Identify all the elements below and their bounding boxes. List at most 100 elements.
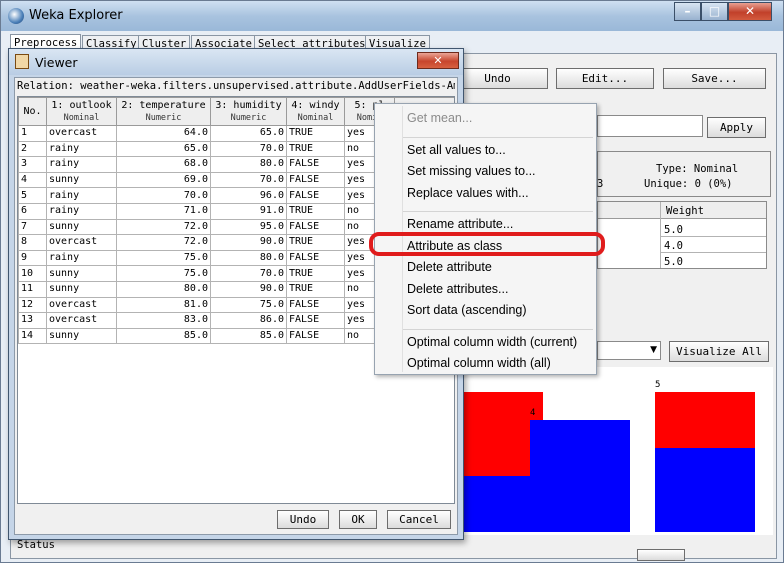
table-cell[interactable]: rainy <box>46 187 117 204</box>
menu-item-optimal-column-width-all[interactable]: Optimal column width (all) <box>407 356 551 370</box>
column-header[interactable]: 4: windy Nominal <box>286 97 345 126</box>
apply-button[interactable]: Apply <box>707 117 766 138</box>
minimize-button[interactable]: – <box>674 2 701 21</box>
table-cell[interactable]: 95.0 <box>210 218 287 236</box>
viewer-undo-button[interactable]: Undo <box>277 510 329 529</box>
table-cell[interactable]: overcast <box>46 312 117 329</box>
table-cell[interactable]: FALSE <box>286 171 345 189</box>
menu-item-sort-data-ascending[interactable]: Sort data (ascending) <box>407 303 527 317</box>
class-select[interactable]: ▼ <box>597 341 661 360</box>
cancel-button[interactable]: Cancel <box>387 510 451 529</box>
table-cell[interactable]: sunny <box>46 171 117 189</box>
table-cell[interactable]: 83.0 <box>116 312 211 329</box>
table-cell[interactable]: 72.0 <box>116 218 211 236</box>
table-cell[interactable]: 85.0 <box>116 327 211 345</box>
table-cell[interactable]: 80.0 <box>116 280 211 298</box>
table-cell[interactable]: TRUE <box>286 125 345 142</box>
table-cell[interactable]: 72.0 <box>116 234 211 251</box>
table-cell[interactable]: 6 <box>18 202 47 220</box>
table-cell[interactable]: 69.0 <box>116 171 211 189</box>
table-cell[interactable]: TRUE <box>286 280 345 298</box>
menu-item-replace-values-with[interactable]: Replace values with... <box>407 186 529 200</box>
table-cell[interactable]: rainy <box>46 156 117 173</box>
table-cell[interactable]: FALSE <box>286 312 345 329</box>
viewer-close-button[interactable]: ✕ <box>417 52 459 69</box>
table-cell[interactable]: 1 <box>18 125 47 142</box>
table-cell[interactable]: 70.0 <box>210 140 287 158</box>
table-cell[interactable]: 75.0 <box>210 296 287 314</box>
table-cell[interactable]: 96.0 <box>210 187 287 204</box>
table-cell[interactable]: 75.0 <box>116 249 211 267</box>
table-cell[interactable]: 90.0 <box>210 280 287 298</box>
menu-item-rename-attribute[interactable]: Rename attribute... <box>407 217 513 231</box>
table-cell[interactable]: 9 <box>18 249 47 267</box>
table-cell[interactable]: overcast <box>46 125 117 142</box>
table-cell[interactable]: overcast <box>46 296 117 314</box>
table-cell[interactable]: 2 <box>18 140 47 158</box>
table-cell[interactable]: sunny <box>46 265 117 282</box>
menu-item-delete-attribute[interactable]: Delete attribute <box>407 260 492 274</box>
table-cell[interactable]: 4 <box>18 171 47 189</box>
ok-button[interactable]: OK <box>339 510 377 529</box>
table-cell[interactable]: 11 <box>18 280 47 298</box>
filter-field[interactable] <box>597 115 703 137</box>
column-header[interactable]: 3: humidity Numeric <box>210 97 287 126</box>
table-cell[interactable]: 80.0 <box>210 249 287 267</box>
table-cell[interactable]: 80.0 <box>210 156 287 173</box>
table-cell[interactable]: 68.0 <box>116 156 211 173</box>
table-cell[interactable]: 65.0 <box>116 140 211 158</box>
table-cell[interactable]: overcast <box>46 234 117 251</box>
table-cell[interactable]: 75.0 <box>116 265 211 282</box>
table-cell[interactable]: 13 <box>18 312 47 329</box>
table-cell[interactable]: 70.0 <box>210 171 287 189</box>
table-cell[interactable]: 70.0 <box>210 265 287 282</box>
table-cell[interactable]: sunny <box>46 327 117 345</box>
table-cell[interactable]: FALSE <box>286 218 345 236</box>
column-header[interactable]: No. <box>18 97 47 126</box>
maximize-button[interactable]: □ <box>701 2 728 21</box>
table-cell[interactable]: 10 <box>18 265 47 282</box>
table-cell[interactable]: TRUE <box>286 265 345 282</box>
table-cell[interactable]: 91.0 <box>210 202 287 220</box>
table-cell[interactable]: FALSE <box>286 249 345 267</box>
visualize-all-button[interactable]: Visualize All <box>669 341 769 362</box>
viewer-title: Viewer <box>35 55 78 70</box>
table-cell[interactable]: sunny <box>46 218 117 236</box>
column-header[interactable]: 1: outlook Nominal <box>46 97 117 126</box>
table-cell[interactable]: rainy <box>46 202 117 220</box>
table-cell[interactable]: rainy <box>46 140 117 158</box>
save-button[interactable]: Save... <box>663 68 766 89</box>
table-cell[interactable]: 86.0 <box>210 312 287 329</box>
table-cell[interactable]: TRUE <box>286 140 345 158</box>
table-cell[interactable]: TRUE <box>286 234 345 251</box>
table-cell[interactable]: 81.0 <box>116 296 211 314</box>
table-cell[interactable]: 64.0 <box>116 125 211 142</box>
table-cell[interactable]: 8 <box>18 234 47 251</box>
table-cell[interactable]: 5 <box>18 187 47 204</box>
table-cell[interactable]: sunny <box>46 280 117 298</box>
table-cell[interactable]: TRUE <box>286 202 345 220</box>
table-cell[interactable]: 65.0 <box>210 125 287 142</box>
table-cell[interactable]: rainy <box>46 249 117 267</box>
value-table[interactable]: Weight 5.0 4.0 5.0 <box>597 201 767 269</box>
table-cell[interactable]: 85.0 <box>210 327 287 345</box>
table-cell[interactable]: 70.0 <box>116 187 211 204</box>
menu-item-optimal-column-width-current[interactable]: Optimal column width (current) <box>407 335 577 349</box>
table-cell[interactable]: 12 <box>18 296 47 314</box>
menu-item-set-missing-values-to[interactable]: Set missing values to... <box>407 164 536 178</box>
log-button[interactable] <box>637 549 685 561</box>
menu-item-set-all-values-to[interactable]: Set all values to... <box>407 143 506 157</box>
close-button[interactable]: ✕ <box>728 2 772 21</box>
table-cell[interactable]: 3 <box>18 156 47 173</box>
column-header[interactable]: 2: temperature Numeric <box>116 97 211 126</box>
table-cell[interactable]: FALSE <box>286 327 345 345</box>
table-cell[interactable]: FALSE <box>286 296 345 314</box>
table-cell[interactable]: 71.0 <box>116 202 211 220</box>
menu-item-delete-attributes[interactable]: Delete attributes... <box>407 282 508 296</box>
table-cell[interactable]: FALSE <box>286 187 345 204</box>
table-cell[interactable]: 90.0 <box>210 234 287 251</box>
table-cell[interactable]: 7 <box>18 218 47 236</box>
table-cell[interactable]: FALSE <box>286 156 345 173</box>
edit-button[interactable]: Edit... <box>556 68 654 89</box>
table-cell[interactable]: 14 <box>18 327 47 345</box>
